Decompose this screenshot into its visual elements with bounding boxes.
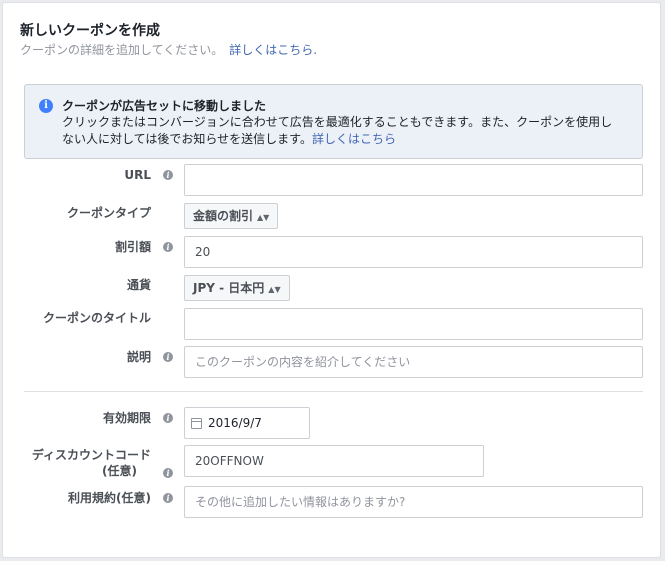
expiry-date-input[interactable]: 2016/9/7 [184, 407, 310, 439]
coupon-title-input[interactable] [184, 308, 643, 340]
help-icon[interactable]: i [163, 170, 173, 180]
discount-code-label-line2: (任意) [102, 464, 137, 478]
terms-input[interactable]: その他に追加したい情報はありますか? [184, 486, 643, 518]
learn-more-link[interactable]: 詳しくはこちら. [229, 43, 317, 57]
currency-value: JPY - 日本円 [193, 281, 265, 295]
url-label: URL [124, 168, 151, 182]
coupon-panel: 新しいクーポンを作成 クーポンの詳細を追加してください。 詳しくはこちら. i ク… [2, 2, 661, 558]
description-label: 説明 [126, 350, 151, 364]
terms-label: 利用規約(任意) [68, 491, 151, 505]
info-icon: i [39, 99, 53, 113]
discount-code-label: ディスカウントコード (任意) [32, 447, 151, 479]
discount-label: 割引額 [114, 240, 151, 254]
help-icon[interactable]: i [163, 413, 173, 423]
expiry-label: 有効期限 [102, 411, 151, 425]
notice-title: クーポンが広告セットに移動しました [62, 99, 267, 113]
page-title: 新しいクーポンを作成 [20, 23, 160, 39]
help-icon[interactable]: i [163, 468, 173, 478]
calendar-icon [191, 418, 202, 429]
discount-code-input[interactable]: 20OFFNOW [184, 445, 484, 477]
coupon-type-label: クーポンタイプ [66, 206, 151, 220]
coupon-type-select[interactable]: 金額の割引 ▲▼ [184, 203, 279, 229]
notice-link[interactable]: 詳しくはこちら [312, 132, 396, 146]
notice-box: i クーポンが広告セットに移動しました クリックまたはコンバージョンに合わせて広… [24, 84, 643, 159]
coupon-type-value: 金額の割引 [193, 209, 254, 223]
notice-body: クリックまたはコンバージョンに合わせて広告を最適化することもできます。また、クー… [62, 114, 622, 148]
expiry-value: 2016/9/7 [208, 416, 262, 430]
help-icon[interactable]: i [163, 493, 173, 503]
currency-label: 通貨 [126, 278, 151, 292]
description-input[interactable]: このクーポンの内容を紹介してください [184, 346, 643, 378]
page-subtitle: クーポンの詳細を追加してください。 詳しくはこちら. [20, 41, 317, 58]
section-divider [24, 391, 643, 392]
help-icon[interactable]: i [163, 352, 173, 362]
help-icon[interactable]: i [163, 242, 173, 252]
currency-select[interactable]: JPY - 日本円 ▲▼ [184, 275, 290, 301]
sort-arrows-icon: ▲▼ [268, 285, 281, 294]
sort-arrows-icon: ▲▼ [257, 213, 270, 222]
url-input[interactable] [184, 164, 643, 196]
discount-code-label-line1: ディスカウントコード [31, 448, 151, 462]
discount-input[interactable]: 20 [184, 236, 643, 268]
coupon-title-label: クーポンのタイトル [42, 311, 151, 325]
subtitle-text: クーポンの詳細を追加してください。 [20, 43, 224, 57]
